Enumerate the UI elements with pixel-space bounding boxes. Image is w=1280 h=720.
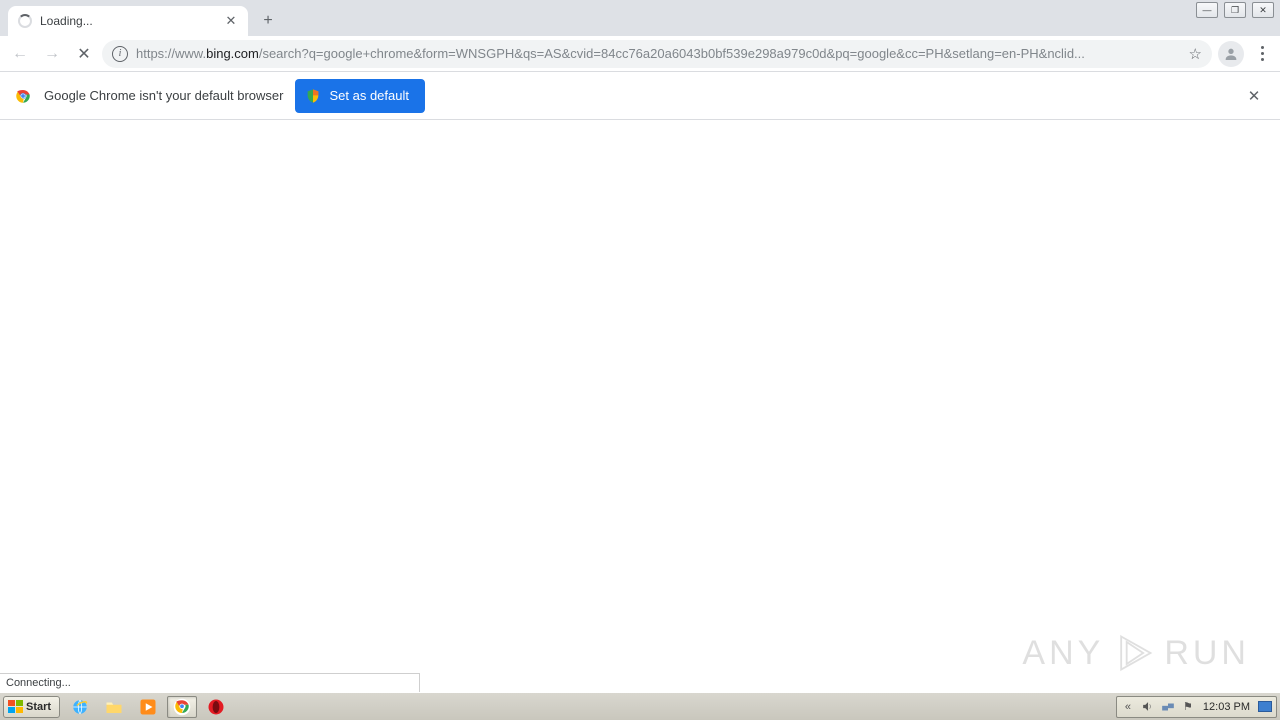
page-content [0,120,1280,692]
tray-flag-icon[interactable]: ⚑ [1181,700,1195,714]
site-info-icon[interactable]: i [112,46,128,62]
taskbar-explorer-icon[interactable] [99,696,129,718]
start-button[interactable]: Start [3,696,60,718]
window-controls: — ❐ ✕ [1196,2,1274,18]
browser-titlebar: Loading... ✕ + — ❐ ✕ [0,0,1280,36]
system-tray: « ⚑ 12:03 PM [1116,696,1277,718]
infobar-message: Google Chrome isn't your default browser [44,88,283,103]
set-default-button[interactable]: Set as default [295,79,425,113]
bookmark-star-icon[interactable]: ☆ [1189,45,1202,63]
status-text: Connecting... [6,677,71,689]
taskbar-media-icon[interactable] [133,696,163,718]
chrome-logo-icon [14,87,32,105]
taskbar-chrome-icon[interactable] [167,696,197,718]
tray-volume-icon[interactable] [1141,700,1155,714]
windows-logo-icon [8,700,23,713]
tray-expand-icon[interactable]: « [1121,700,1135,714]
window-minimize-button[interactable]: — [1196,2,1218,18]
person-icon [1223,46,1239,62]
shield-icon [305,88,321,104]
profile-avatar-button[interactable] [1218,41,1244,67]
start-label: Start [26,701,51,713]
new-tab-button[interactable]: + [254,7,282,35]
url-text: https://www.bing.com/search?q=google+chr… [136,46,1181,61]
nav-forward-button[interactable]: → [38,40,66,68]
windows-taskbar: Start « ⚑ 12:03 PM [0,692,1280,720]
chrome-menu-button[interactable] [1250,40,1274,68]
window-close-button[interactable]: ✕ [1252,2,1274,18]
infobar-close-icon[interactable]: ✕ [1242,84,1266,108]
nav-back-button[interactable]: ← [6,40,34,68]
browser-tab[interactable]: Loading... ✕ [8,6,248,36]
default-browser-infobar: Google Chrome isn't your default browser… [0,72,1280,120]
tray-clock[interactable]: 12:03 PM [1201,701,1252,713]
set-default-label: Set as default [329,88,409,103]
loading-spinner-icon [18,14,32,28]
address-bar[interactable]: i https://www.bing.com/search?q=google+c… [102,40,1212,68]
window-maximize-button[interactable]: ❐ [1224,2,1246,18]
taskbar-ie-icon[interactable] [65,696,95,718]
tray-monitor-icon[interactable] [1258,701,1272,712]
tab-close-icon[interactable]: ✕ [224,14,238,28]
nav-stop-button[interactable]: ✕ [70,40,98,68]
browser-toolbar: ← → ✕ i https://www.bing.com/search?q=go… [0,36,1280,72]
tray-network-icon[interactable] [1161,700,1175,714]
tab-title: Loading... [40,14,216,28]
status-bar: Connecting... [0,673,420,692]
taskbar-opera-icon[interactable] [201,696,231,718]
